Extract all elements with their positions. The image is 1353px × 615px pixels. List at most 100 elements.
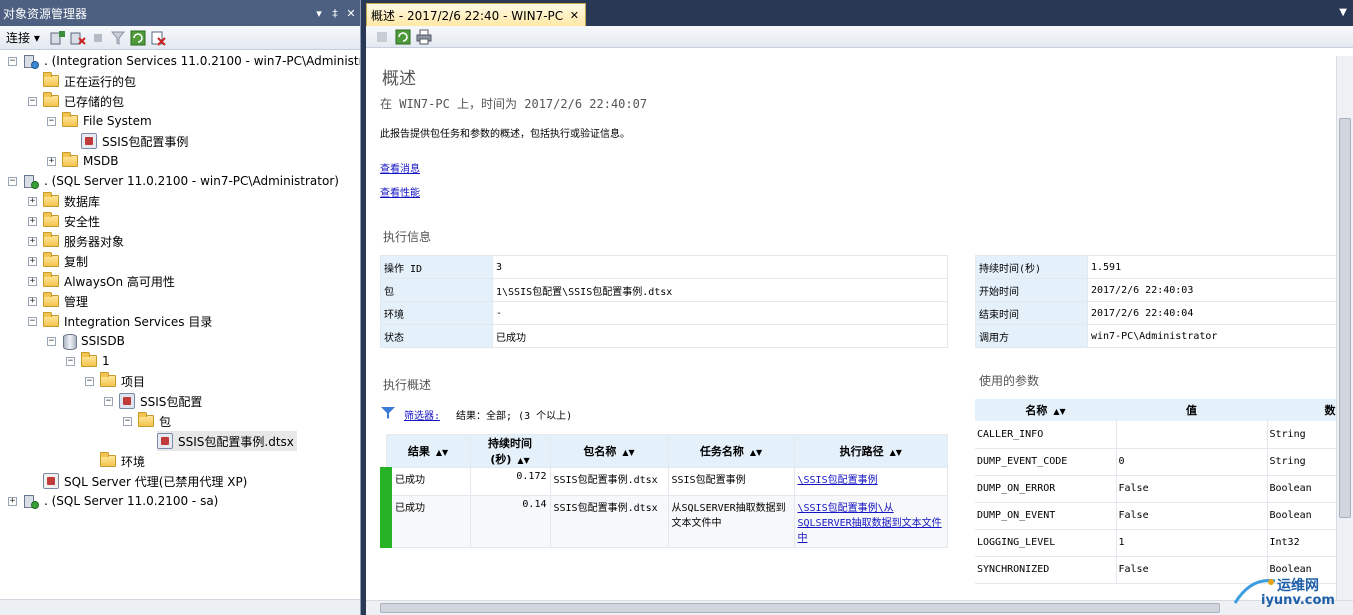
sql-server-icon [23,173,39,189]
column-header-name[interactable]: 名称 ▲▼ [975,399,1116,421]
collapse-icon[interactable]: − [8,56,17,66]
tree-node-ssis-package[interactable]: SSIS包配置事例 [81,131,188,151]
sort-icon: ▲▼ [435,448,449,457]
document-area: 概述 - 2017/2/6 22:40 - WIN7-PC ✕ ▼ 概述 在 W… [366,0,1353,615]
path-link[interactable]: \SSIS包配置事例\从SQLSERVER抽取数据到文本文件中 [798,503,942,544]
cell-key: 持续时间(秒) [975,255,1088,279]
folder-icon [43,72,59,87]
tree-node-projects[interactable]: − 项目 [85,371,145,391]
folder-icon [62,152,78,167]
folder-icon [100,372,116,387]
disconnect-icon[interactable] [70,30,86,46]
tree-node-label: File System [83,114,152,128]
column-header-duration[interactable]: 持续时间 (秒) ▲▼ [469,434,551,468]
scrollbar-thumb[interactable] [380,603,1220,613]
expand-icon[interactable]: + [28,276,37,286]
tree-node-project[interactable]: − SSIS包配置 [104,391,202,411]
refresh-icon[interactable] [395,29,411,45]
collapse-icon[interactable]: − [104,396,113,406]
tree-node-file-system[interactable]: − File System [47,111,152,131]
folder-icon [43,252,59,267]
horizontal-scrollbar[interactable] [366,600,1353,615]
connect-icon[interactable] [50,30,66,46]
status-cell: 已成功 [380,467,471,496]
expand-icon[interactable]: + [28,296,37,306]
collapse-icon[interactable]: − [47,336,56,346]
tree-node-running-packages[interactable]: 正在运行的包 [43,71,136,91]
tree-node-security[interactable]: + 安全性 [28,211,100,231]
filter-link[interactable]: 筛选器: [404,407,440,422]
table-row: DUMP_ON_ERROR False Boolean [975,475,1336,503]
object-explorer-toolbar: 连接 ▾ [0,26,360,50]
task-cell: 从SQLSERVER抽取数据到文本文件中 [668,495,795,548]
cell-key: 操作 ID [380,255,493,279]
tree-node-databases[interactable]: + 数据库 [28,191,100,211]
column-header-task[interactable]: 任务名称 ▲▼ [667,434,795,468]
tree-node-sql-server[interactable]: − . (SQL Server 11.0.2100 - win7-PC\Admi… [8,171,339,191]
exec-info-right-table: 持续时间(秒) 1.591 开始时间 2017/2/6 22:40:03 结束时间 2… [975,255,1336,348]
tree-node-msdb[interactable]: + MSDB [47,151,118,171]
expand-icon[interactable]: + [47,156,56,166]
tree-node-management[interactable]: + 管理 [28,291,88,311]
tree-node-sql-agent[interactable]: SQL Server 代理(已禁用代理 XP) [43,471,247,491]
params-table: 名称 ▲▼ 值 数 CALLER_INFO String DUMP_EVENT_CO… [975,399,1336,584]
vertical-scrollbar[interactable] [1336,56,1353,600]
activity-monitor-icon[interactable] [150,30,166,46]
view-messages-link[interactable]: 查看消息 [380,160,420,175]
tree-node-integration-services[interactable]: − . (Integration Services 11.0.2100 - wi… [8,51,360,71]
table-row: LOGGING_LEVEL 1 Int32 [975,529,1336,557]
collapse-icon[interactable]: − [8,176,17,186]
expand-icon[interactable]: + [28,216,37,226]
expand-icon[interactable]: + [8,496,17,506]
tree-node-alwayson[interactable]: + AlwaysOn 高可用性 [28,271,175,291]
tree-node-ssisdb[interactable]: − SSISDB [47,331,125,351]
path-link[interactable]: \SSIS包配置事例 [798,475,878,486]
expand-icon[interactable]: + [28,236,37,246]
horizontal-scrollbar[interactable] [0,599,360,615]
column-header-result[interactable]: 结果 ▲▼ [385,434,471,468]
tree-node-packages[interactable]: − 包 [123,411,171,431]
collapse-icon[interactable]: − [123,416,132,426]
sort-icon: ▲▼ [889,448,902,457]
tree-node-dtsx-package[interactable]: SSIS包配置事例.dtsx [157,431,297,451]
collapse-icon[interactable]: − [85,376,94,386]
close-icon[interactable]: ✕ [570,9,579,22]
tree-node-label: . (SQL Server 11.0.2100 - win7-PC\Admini… [44,174,339,188]
tree-node-stored-packages[interactable]: − 已存储的包 [28,91,124,111]
column-header-path[interactable]: 执行路径 ▲▼ [793,434,948,468]
expand-icon[interactable]: + [28,196,37,206]
column-header-package[interactable]: 包名称 ▲▼ [549,434,669,468]
filter-icon[interactable] [380,406,396,423]
tree-node-label: 1 [102,354,110,368]
tree-node-label: 包 [159,414,172,429]
tree-node-environments[interactable]: 环境 [100,451,145,471]
params-heading: 使用的参数 [979,374,1040,388]
filter-icon[interactable] [110,30,126,46]
tree-node-integration-services-catalog[interactable]: − Integration Services 目录 [28,311,212,331]
column-header-type[interactable]: 数 [1267,399,1336,421]
connect-button[interactable]: 连接 ▾ [6,29,40,46]
tree-node-folder-1[interactable]: − 1 [66,351,110,371]
collapse-icon[interactable]: − [47,116,56,126]
tree-node-sql-server-sa[interactable]: + . (SQL Server 11.0.2100 - sa) [8,491,218,511]
view-performance-link[interactable]: 查看性能 [380,184,420,199]
folder-icon [43,272,59,287]
stop-icon[interactable] [90,30,106,46]
tab-dropdown-icon[interactable]: ▼ [1339,7,1347,18]
column-header-value[interactable]: 值 [1116,399,1267,421]
scrollbar-thumb[interactable] [1339,118,1351,518]
collapse-icon[interactable]: − [66,356,75,366]
close-icon[interactable]: ✕ [344,7,358,20]
back-icon[interactable] [374,29,390,45]
collapse-icon[interactable]: − [28,316,37,326]
tree-node-server-objects[interactable]: + 服务器对象 [28,231,124,251]
table-row: 结束时间 2017/2/6 22:40:04 [975,301,1336,325]
tree-node-replication[interactable]: + 复制 [28,251,88,271]
window-position-icon[interactable]: ▾ [312,7,326,20]
tab-overview-report[interactable]: 概述 - 2017/2/6 22:40 - WIN7-PC ✕ [366,3,586,26]
expand-icon[interactable]: + [28,256,37,266]
collapse-icon[interactable]: − [28,96,37,106]
print-icon[interactable] [416,29,432,45]
refresh-icon[interactable] [130,30,146,46]
pin-icon[interactable]: ‡ [328,7,342,20]
